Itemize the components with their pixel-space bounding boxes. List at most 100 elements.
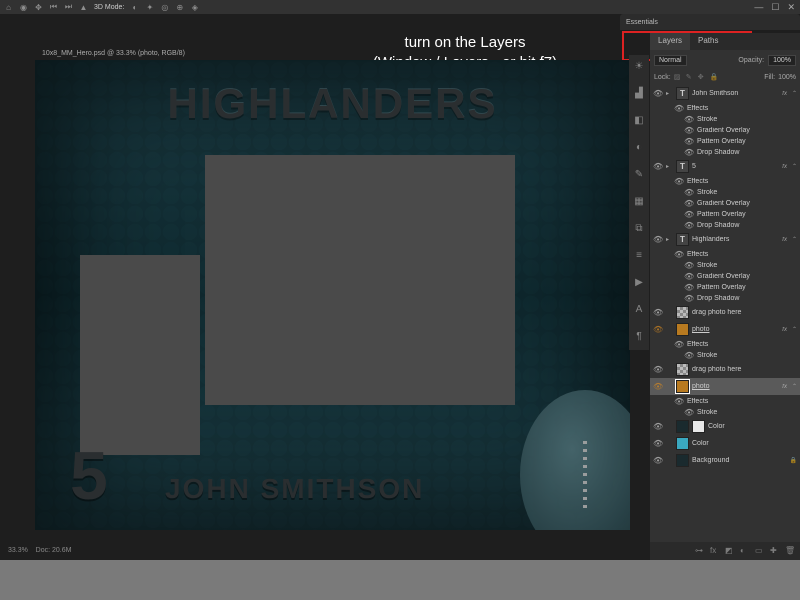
fx-row[interactable]: 👁Gradient Overlay: [650, 125, 800, 136]
play-icon[interactable]: ▶: [633, 277, 646, 290]
visibility-icon[interactable]: 👁: [684, 188, 694, 197]
visibility-icon[interactable]: 👁: [674, 250, 684, 259]
group-icon[interactable]: ▭: [755, 546, 765, 556]
fx-row[interactable]: 👁Stroke: [650, 114, 800, 125]
lock-trans-icon[interactable]: ▨: [674, 73, 683, 82]
fx-row[interactable]: 👁Effects: [650, 248, 800, 260]
mode4-icon[interactable]: ⊕: [175, 3, 184, 12]
close-icon[interactable]: ✕: [787, 2, 795, 13]
clone-icon[interactable]: ⧉: [633, 223, 646, 236]
adjust-icon[interactable]: ◐: [633, 142, 646, 155]
fx-row[interactable]: 👁Stroke: [650, 187, 800, 198]
visibility-icon[interactable]: 👁: [674, 104, 684, 113]
fx-row[interactable]: 👁Drop Shadow: [650, 220, 800, 231]
mode1-icon[interactable]: ◐: [130, 3, 139, 12]
document-tab[interactable]: 10x8_MM_Hero.psd @ 33.3% (photo, RGB/8): [42, 50, 185, 57]
visibility-icon[interactable]: 👁: [684, 221, 694, 230]
fx-toggle-icon[interactable]: ⌃: [792, 326, 797, 333]
visibility-icon[interactable]: 👁: [674, 340, 684, 349]
tab-layers[interactable]: Layers: [650, 33, 690, 50]
visibility-icon[interactable]: 👁: [674, 397, 684, 406]
fx-toggle-icon[interactable]: ⌃: [792, 163, 797, 170]
expand-icon[interactable]: ▸: [666, 236, 673, 243]
visibility-icon[interactable]: 👁: [684, 115, 694, 124]
mode2-icon[interactable]: ✦: [145, 3, 154, 12]
fx-row[interactable]: 👁Drop Shadow: [650, 293, 800, 304]
fx-row[interactable]: 👁Gradient Overlay: [650, 198, 800, 209]
paragraph-icon[interactable]: ¶: [633, 331, 646, 344]
fx-row[interactable]: 👁Stroke: [650, 350, 800, 361]
lock-all-icon[interactable]: 🔒: [710, 73, 719, 82]
visibility-icon[interactable]: 👁: [684, 294, 694, 303]
document-canvas[interactable]: HIGHLANDERS 5 JOHN SMITHSON: [35, 60, 630, 530]
visibility-icon[interactable]: 👁: [684, 408, 694, 417]
fill-input[interactable]: 100%: [778, 74, 796, 81]
layer-row[interactable]: 👁 drag photo here: [650, 361, 800, 378]
mode5-icon[interactable]: ◈: [190, 3, 199, 12]
visibility-icon[interactable]: 👁: [653, 422, 663, 431]
mask-icon[interactable]: ◩: [725, 546, 735, 556]
visibility-icon[interactable]: 👁: [653, 162, 663, 171]
home-icon[interactable]: ⌂: [4, 3, 13, 12]
fx-toggle-icon[interactable]: ⌃: [792, 90, 797, 97]
layer-row[interactable]: 👁 ▸ T John Smithson fx ⌃: [650, 85, 800, 102]
expand-icon[interactable]: ▸: [666, 163, 673, 170]
visibility-icon[interactable]: 👁: [653, 308, 663, 317]
lock-brush-icon[interactable]: ✎: [686, 73, 695, 82]
fx-row[interactable]: 👁Stroke: [650, 260, 800, 271]
brightness-icon[interactable]: ☀: [633, 61, 646, 74]
histogram-icon[interactable]: ▟: [633, 88, 646, 101]
tab-paths[interactable]: Paths: [690, 33, 726, 50]
fx-row[interactable]: 👁Stroke: [650, 407, 800, 418]
visibility-icon[interactable]: 👁: [684, 210, 694, 219]
visibility-icon[interactable]: 👁: [684, 137, 694, 146]
visibility-icon[interactable]: 👁: [684, 199, 694, 208]
visibility-icon[interactable]: 👁: [653, 382, 663, 391]
layer-row[interactable]: 👁 drag photo here: [650, 304, 800, 321]
visibility-icon[interactable]: 👁: [653, 365, 663, 374]
lock-move-icon[interactable]: ✥: [698, 73, 707, 82]
pan-icon[interactable]: ✥: [34, 3, 43, 12]
fill-adj-icon[interactable]: ◐: [740, 546, 750, 556]
fx-row[interactable]: 👁Pattern Overlay: [650, 282, 800, 293]
visibility-icon[interactable]: 👁: [653, 456, 663, 465]
workspace-switcher[interactable]: Essentials: [620, 14, 800, 30]
layer-row[interactable]: 👁 Background 🔒: [650, 452, 800, 469]
fx-toggle-icon[interactable]: ⌃: [792, 383, 797, 390]
fx-icon[interactable]: fx: [710, 546, 720, 556]
visibility-icon[interactable]: 👁: [653, 439, 663, 448]
fx-row[interactable]: 👁Effects: [650, 102, 800, 114]
visibility-icon[interactable]: 👁: [684, 261, 694, 270]
brush-icon[interactable]: ✎: [633, 169, 646, 182]
fx-row[interactable]: 👁Gradient Overlay: [650, 271, 800, 282]
fx-row[interactable]: 👁Effects: [650, 395, 800, 407]
fx-row[interactable]: 👁Effects: [650, 338, 800, 350]
fx-toggle-icon[interactable]: ⌃: [792, 236, 797, 243]
prev-icon[interactable]: ⏮: [49, 3, 58, 12]
maximize-icon[interactable]: ☐: [771, 2, 779, 13]
type-icon[interactable]: A: [633, 304, 646, 317]
visibility-icon[interactable]: 👁: [674, 177, 684, 186]
fx-row[interactable]: 👁Pattern Overlay: [650, 136, 800, 147]
visibility-icon[interactable]: 👁: [684, 351, 694, 360]
layer-row[interactable]: 👁 ▸ T 5 fx ⌃: [650, 158, 800, 175]
minimize-icon[interactable]: —: [754, 2, 763, 13]
link-icon[interactable]: ⊶: [695, 546, 705, 556]
layer-row[interactable]: 👁 ▸ T Highlanders fx ⌃: [650, 231, 800, 248]
fx-row[interactable]: 👁Drop Shadow: [650, 147, 800, 158]
layer-row[interactable]: 👁 Color: [650, 435, 800, 452]
opacity-input[interactable]: 100%: [768, 55, 796, 66]
layers-icon[interactable]: ≡: [633, 250, 646, 263]
layer-row-selected[interactable]: 👁 photo fx ⌃: [650, 378, 800, 395]
color-icon[interactable]: ◧: [633, 115, 646, 128]
layer-row[interactable]: 👁 Color: [650, 418, 800, 435]
layer-row[interactable]: 👁 photo fx ⌃: [650, 321, 800, 338]
next-icon[interactable]: ⏭: [64, 3, 73, 12]
mode3-icon[interactable]: ◎: [160, 3, 169, 12]
blend-mode-select[interactable]: Normal: [654, 55, 687, 66]
visibility-icon[interactable]: 👁: [684, 148, 694, 157]
visibility-icon[interactable]: 👁: [684, 126, 694, 135]
expand-icon[interactable]: ▸: [666, 90, 673, 97]
trash-icon[interactable]: 🗑: [785, 546, 795, 556]
visibility-icon[interactable]: 👁: [653, 89, 663, 98]
